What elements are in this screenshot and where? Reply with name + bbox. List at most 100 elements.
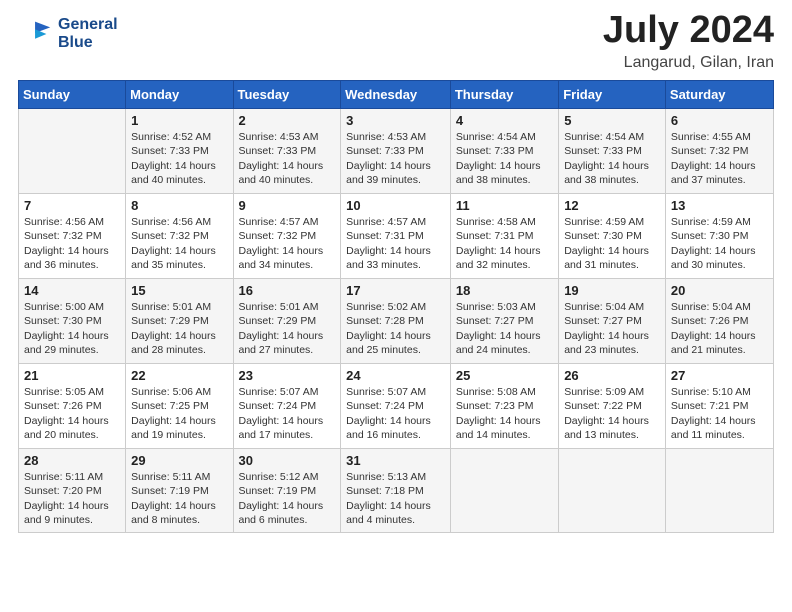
logo-line2: Blue: [58, 34, 118, 52]
calendar-cell: 21Sunrise: 5:05 AM Sunset: 7:26 PM Dayli…: [19, 363, 126, 448]
day-info: Sunrise: 5:01 AM Sunset: 7:29 PM Dayligh…: [239, 300, 336, 358]
day-info: Sunrise: 5:11 AM Sunset: 7:19 PM Dayligh…: [131, 470, 227, 528]
calendar-cell: 12 Sunrise: 4:59 AM Sunset: 7:30 PM Dayli…: [559, 193, 666, 278]
day-number: 14: [24, 283, 120, 298]
weekday-header: Friday: [559, 80, 666, 108]
day-number: 26: [564, 368, 660, 383]
calendar-week-row: 7 Sunrise: 4:56 AM Sunset: 7:32 PM Daylig…: [19, 193, 774, 278]
calendar-cell: [665, 448, 773, 533]
day-number: 28: [24, 453, 120, 468]
day-number: 10: [346, 198, 445, 213]
day-number: 1: [131, 113, 227, 128]
calendar-cell: 25Sunrise: 5:08 AM Sunset: 7:23 PM Dayli…: [450, 363, 558, 448]
calendar-cell: 18 Sunrise: 5:03 AM Sunset: 7:27 PM Dayli…: [450, 278, 558, 363]
location-title: Langarud, Gilan, Iran: [603, 54, 774, 72]
calendar-cell: 3 Sunrise: 4:53 AM Sunset: 7:33 PM Daylig…: [341, 108, 451, 193]
day-number: 27: [671, 368, 768, 383]
calendar-cell: 6 Sunrise: 4:55 AM Sunset: 7:32 PM Daylig…: [665, 108, 773, 193]
calendar-cell: [19, 108, 126, 193]
day-number: 8: [131, 198, 227, 213]
day-info: Sunrise: 5:07 AM Sunset: 7:24 PM Dayligh…: [239, 385, 336, 443]
day-info: Sunrise: 5:04 AM Sunset: 7:27 PM Dayligh…: [564, 300, 660, 358]
calendar-cell: 24Sunrise: 5:07 AM Sunset: 7:24 PM Dayli…: [341, 363, 451, 448]
weekday-header: Saturday: [665, 80, 773, 108]
day-info: Sunrise: 5:12 AM Sunset: 7:19 PM Dayligh…: [239, 470, 336, 528]
calendar-cell: 10Sunrise: 4:57 AM Sunset: 7:31 PM Dayli…: [341, 193, 451, 278]
day-number: 5: [564, 113, 660, 128]
day-info: Sunrise: 5:02 AM Sunset: 7:28 PM Dayligh…: [346, 300, 445, 358]
day-number: 17: [346, 283, 445, 298]
logo: General Blue: [18, 16, 118, 52]
logo-line1: General: [58, 16, 118, 34]
calendar-cell: 9Sunrise: 4:57 AM Sunset: 7:32 PM Daylig…: [233, 193, 341, 278]
month-title: July 2024: [603, 10, 774, 52]
day-info: Sunrise: 5:13 AM Sunset: 7:18 PM Dayligh…: [346, 470, 445, 528]
day-info: Sunrise: 4:55 AM Sunset: 7:32 PM Dayligh…: [671, 130, 768, 188]
calendar-cell: 4 Sunrise: 4:54 AM Sunset: 7:33 PM Daylig…: [450, 108, 558, 193]
weekday-header: Wednesday: [341, 80, 451, 108]
calendar-cell: 7Sunrise: 4:56 AM Sunset: 7:32 PM Daylig…: [19, 193, 126, 278]
weekday-header: Thursday: [450, 80, 558, 108]
calendar-cell: 2 Sunrise: 4:53 AM Sunset: 7:33 PM Daylig…: [233, 108, 341, 193]
day-info: Sunrise: 4:52 AM Sunset: 7:33 PM Dayligh…: [131, 130, 227, 188]
calendar-cell: 1 Sunrise: 4:52 AM Sunset: 7:33 PM Daylig…: [126, 108, 233, 193]
calendar-cell: 19 Sunrise: 5:04 AM Sunset: 7:27 PM Dayli…: [559, 278, 666, 363]
day-info: Sunrise: 4:59 AM Sunset: 7:30 PM Dayligh…: [564, 215, 660, 273]
day-info: Sunrise: 5:08 AM Sunset: 7:23 PM Dayligh…: [456, 385, 553, 443]
day-number: 24: [346, 368, 445, 383]
day-number: 18: [456, 283, 553, 298]
day-number: 13: [671, 198, 768, 213]
calendar-cell: 31 Sunrise: 5:13 AM Sunset: 7:18 PM Dayli…: [341, 448, 451, 533]
day-info: Sunrise: 5:09 AM Sunset: 7:22 PM Dayligh…: [564, 385, 660, 443]
page: General Blue July 2024 Langarud, Gilan, …: [0, 0, 792, 612]
calendar-cell: 26 Sunrise: 5:09 AM Sunset: 7:22 PM Dayli…: [559, 363, 666, 448]
calendar-cell: 13 Sunrise: 4:59 AM Sunset: 7:30 PM Dayli…: [665, 193, 773, 278]
day-number: 7: [24, 198, 120, 213]
day-number: 2: [239, 113, 336, 128]
day-info: Sunrise: 4:56 AM Sunset: 7:32 PM Dayligh…: [131, 215, 227, 273]
calendar-cell: 22Sunrise: 5:06 AM Sunset: 7:25 PM Dayli…: [126, 363, 233, 448]
calendar-cell: 29 Sunrise: 5:11 AM Sunset: 7:19 PM Dayli…: [126, 448, 233, 533]
day-number: 23: [239, 368, 336, 383]
calendar-header: SundayMondayTuesdayWednesdayThursdayFrid…: [19, 80, 774, 108]
calendar-week-row: 21Sunrise: 5:05 AM Sunset: 7:26 PM Dayli…: [19, 363, 774, 448]
calendar-cell: 15Sunrise: 5:01 AM Sunset: 7:29 PM Dayli…: [126, 278, 233, 363]
calendar-cell: 28 Sunrise: 5:11 AM Sunset: 7:20 PM Dayli…: [19, 448, 126, 533]
day-info: Sunrise: 5:00 AM Sunset: 7:30 PM Dayligh…: [24, 300, 120, 358]
calendar-cell: 14 Sunrise: 5:00 AM Sunset: 7:30 PM Dayli…: [19, 278, 126, 363]
calendar-cell: 20Sunrise: 5:04 AM Sunset: 7:26 PM Dayli…: [665, 278, 773, 363]
calendar-cell: 8 Sunrise: 4:56 AM Sunset: 7:32 PM Daylig…: [126, 193, 233, 278]
day-number: 12: [564, 198, 660, 213]
calendar-cell: 5Sunrise: 4:54 AM Sunset: 7:33 PM Daylig…: [559, 108, 666, 193]
weekday-header: Tuesday: [233, 80, 341, 108]
day-info: Sunrise: 4:53 AM Sunset: 7:33 PM Dayligh…: [239, 130, 336, 188]
day-number: 16: [239, 283, 336, 298]
day-info: Sunrise: 4:59 AM Sunset: 7:30 PM Dayligh…: [671, 215, 768, 273]
calendar-week-row: 14 Sunrise: 5:00 AM Sunset: 7:30 PM Dayli…: [19, 278, 774, 363]
day-number: 29: [131, 453, 227, 468]
day-info: Sunrise: 5:11 AM Sunset: 7:20 PM Dayligh…: [24, 470, 120, 528]
logo-icon: [18, 16, 54, 52]
calendar-body: 1 Sunrise: 4:52 AM Sunset: 7:33 PM Daylig…: [19, 108, 774, 533]
calendar-cell: 23 Sunrise: 5:07 AM Sunset: 7:24 PM Dayli…: [233, 363, 341, 448]
day-number: 30: [239, 453, 336, 468]
day-number: 21: [24, 368, 120, 383]
day-number: 31: [346, 453, 445, 468]
day-info: Sunrise: 5:03 AM Sunset: 7:27 PM Dayligh…: [456, 300, 553, 358]
header: General Blue July 2024 Langarud, Gilan, …: [18, 10, 774, 72]
day-info: Sunrise: 4:57 AM Sunset: 7:32 PM Dayligh…: [239, 215, 336, 273]
day-number: 6: [671, 113, 768, 128]
calendar-cell: 16 Sunrise: 5:01 AM Sunset: 7:29 PM Dayli…: [233, 278, 341, 363]
day-info: Sunrise: 4:54 AM Sunset: 7:33 PM Dayligh…: [456, 130, 553, 188]
day-info: Sunrise: 4:53 AM Sunset: 7:33 PM Dayligh…: [346, 130, 445, 188]
day-info: Sunrise: 5:01 AM Sunset: 7:29 PM Dayligh…: [131, 300, 227, 358]
day-number: 3: [346, 113, 445, 128]
day-info: Sunrise: 5:04 AM Sunset: 7:26 PM Dayligh…: [671, 300, 768, 358]
day-number: 19: [564, 283, 660, 298]
logo-text: General Blue: [58, 16, 118, 51]
calendar-week-row: 1 Sunrise: 4:52 AM Sunset: 7:33 PM Daylig…: [19, 108, 774, 193]
calendar-cell: 27Sunrise: 5:10 AM Sunset: 7:21 PM Dayli…: [665, 363, 773, 448]
calendar-cell: [559, 448, 666, 533]
title-block: July 2024 Langarud, Gilan, Iran: [603, 10, 774, 72]
day-number: 4: [456, 113, 553, 128]
